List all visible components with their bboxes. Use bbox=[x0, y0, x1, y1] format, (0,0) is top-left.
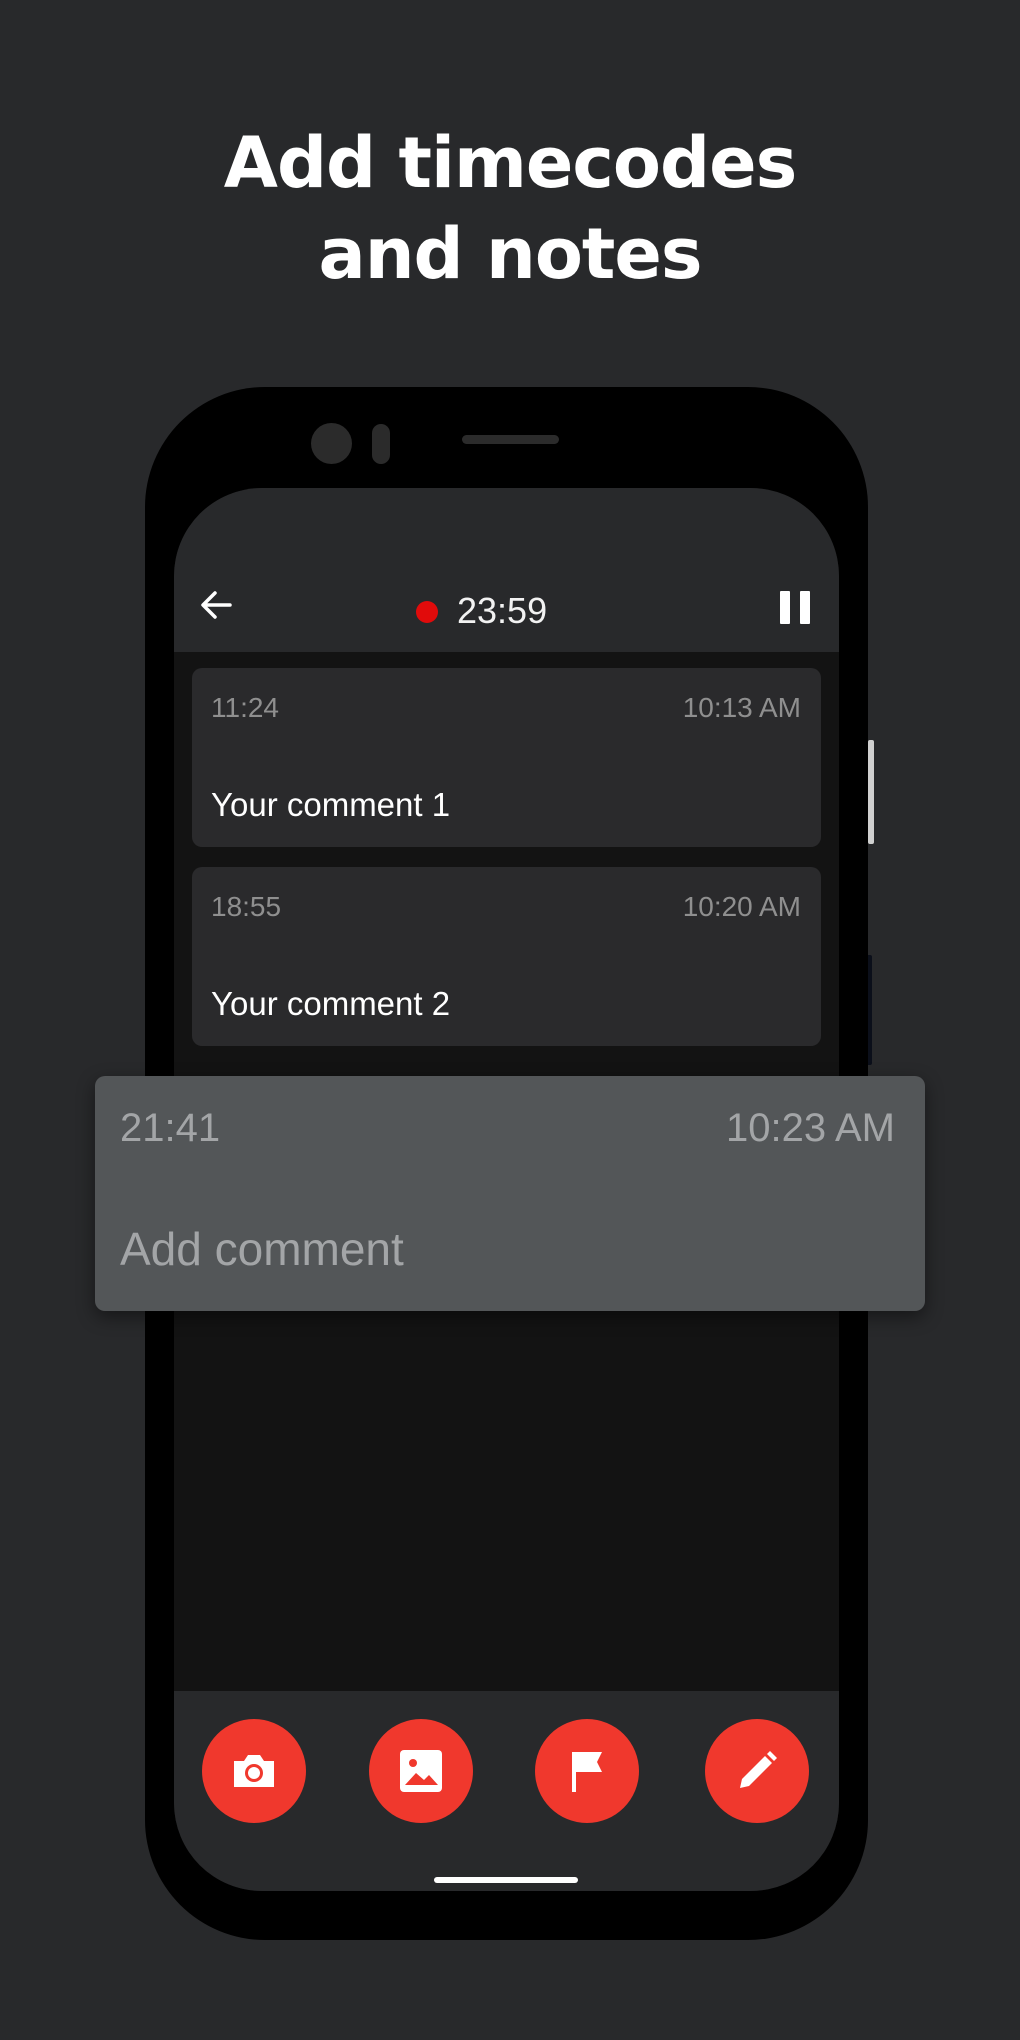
bottom-toolbar bbox=[174, 1691, 839, 1891]
pencil-icon bbox=[740, 1751, 777, 1788]
pause-icon[interactable] bbox=[780, 591, 810, 624]
gallery-button[interactable] bbox=[369, 1719, 473, 1823]
new-note-time: 10:23 AM bbox=[725, 1106, 895, 1150]
earpiece-speaker bbox=[462, 435, 559, 444]
note-comment: Your comment 2 bbox=[211, 985, 451, 1022]
edit-button[interactable] bbox=[705, 1719, 809, 1823]
app-bar: 23:59 bbox=[174, 488, 839, 652]
camera-button[interactable] bbox=[202, 1719, 306, 1823]
camera-icon bbox=[234, 1755, 274, 1787]
home-indicator[interactable] bbox=[434, 1877, 578, 1883]
back-arrow-icon[interactable] bbox=[196, 585, 236, 625]
note-card[interactable]: 11:24 10:13 AM Your comment 1 bbox=[192, 668, 821, 847]
note-time: 10:20 AM bbox=[682, 891, 801, 922]
image-icon bbox=[400, 1750, 442, 1792]
front-camera bbox=[311, 423, 352, 464]
note-time: 10:13 AM bbox=[682, 692, 801, 723]
new-note-timecode: 21:41 bbox=[120, 1106, 221, 1150]
headline-line-2: and notes bbox=[318, 213, 702, 295]
recording-indicator bbox=[416, 601, 438, 623]
note-comment: Your comment 1 bbox=[211, 786, 451, 823]
power-button bbox=[868, 740, 874, 844]
note-card[interactable]: 18:55 10:20 AM Your comment 2 bbox=[192, 867, 821, 1046]
proximity-sensor bbox=[372, 424, 390, 464]
headline-line-1: Add timecodes bbox=[223, 122, 797, 204]
recording-timer: 23:59 bbox=[457, 590, 548, 631]
add-comment-input[interactable]: Add comment bbox=[120, 1222, 880, 1282]
note-timecode: 11:24 bbox=[211, 692, 279, 723]
new-note-card[interactable]: 21:41 10:23 AM Add comment bbox=[95, 1076, 925, 1311]
flag-icon bbox=[572, 1752, 602, 1792]
flag-button[interactable] bbox=[535, 1719, 639, 1823]
headline: Add timecodes and notes bbox=[0, 118, 1020, 300]
note-timecode: 18:55 bbox=[211, 891, 282, 922]
